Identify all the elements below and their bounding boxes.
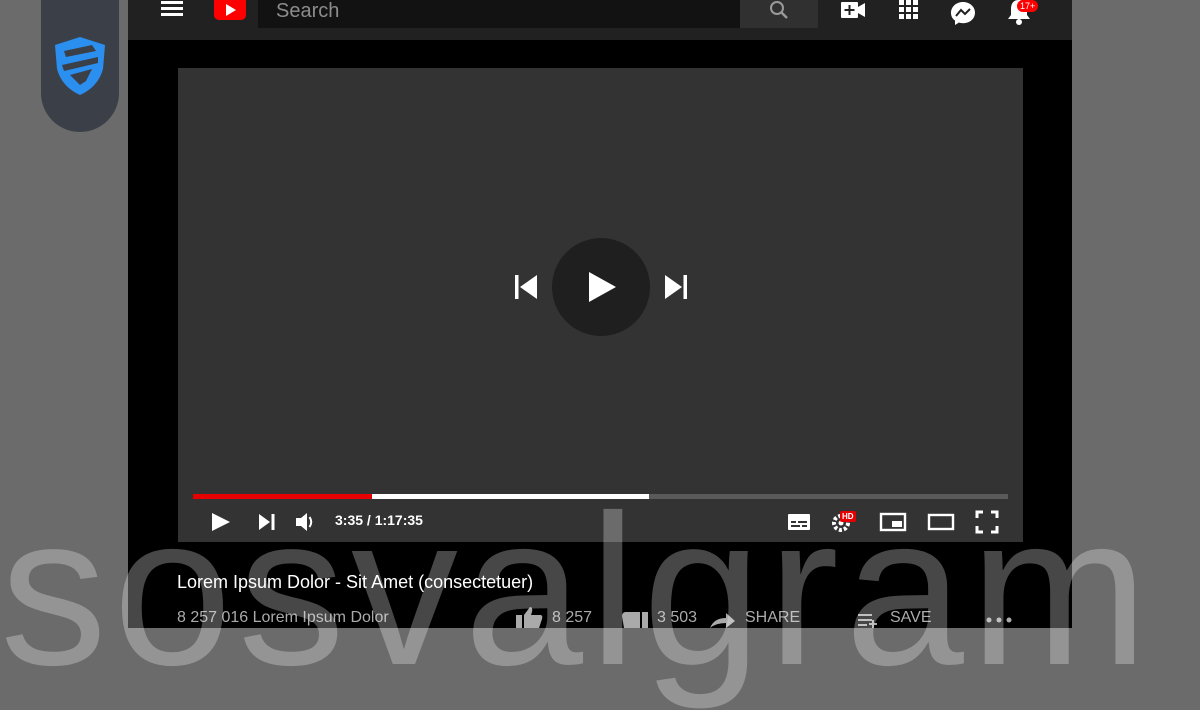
messenger-icon[interactable] <box>949 0 977 26</box>
menu-icon[interactable] <box>161 0 185 24</box>
video-camera-plus-icon[interactable] <box>839 0 867 26</box>
watermark-text: sosvalgram <box>0 471 1155 710</box>
search-input[interactable]: Search <box>258 0 740 28</box>
play-icon <box>589 272 616 302</box>
shield-badge <box>41 0 119 132</box>
notification-badge: 17+ <box>1017 0 1039 12</box>
search-icon <box>770 1 788 19</box>
youtube-logo-icon[interactable] <box>214 0 246 20</box>
search-placeholder: Search <box>276 0 340 22</box>
apps-grid-icon[interactable] <box>895 0 923 26</box>
shield-logo-icon <box>55 37 105 95</box>
search-button[interactable] <box>740 0 818 28</box>
top-bar: Search 17+ <box>128 0 1072 40</box>
next-icon[interactable] <box>661 272 691 302</box>
center-play-button[interactable] <box>552 238 650 336</box>
previous-icon[interactable] <box>511 272 541 302</box>
